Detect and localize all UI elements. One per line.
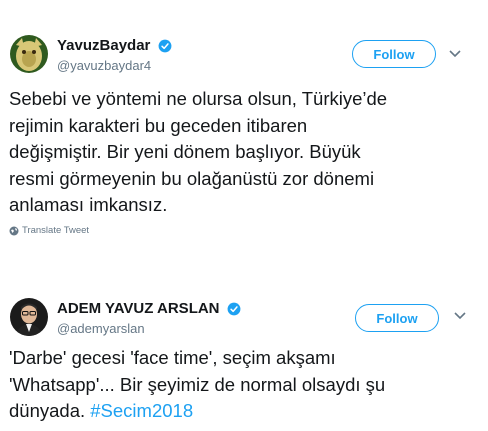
display-name[interactable]: YavuzBaydar [57,37,150,54]
translate-label: Translate Tweet [22,225,90,236]
translate-tweet-link[interactable]: Translate Tweet [9,225,89,236]
tweet-text-body: 'Darbe' gecesi 'face time', seçim akşamı… [9,347,386,421]
tweet-text: Sebebi ve yöntemi ne olursa olsun, Türki… [9,88,388,215]
avatar[interactable] [10,35,48,73]
author-names: YavuzBaydar @yavuzbaydar4 [57,37,172,73]
handle[interactable]: @yavuzbaydar4 [57,58,172,73]
tweet-text: 'Darbe' gecesi 'face time', seçim akşamı… [9,345,479,425]
hashtag-link[interactable]: #Secim2018 [90,400,193,421]
verified-badge-icon [158,39,172,53]
avatar[interactable] [10,298,48,336]
chevron-down-icon[interactable] [452,308,468,324]
author-names: ADEM YAVUZ ARSLAN @ademyarslan [57,300,241,336]
tweet-ademyarslan: ADEM YAVUZ ARSLAN @ademyarslan Follow 'D… [0,286,488,431]
follow-button[interactable]: Follow [352,40,436,68]
follow-button[interactable]: Follow [355,304,439,332]
chevron-down-icon[interactable] [447,46,463,62]
tweet-yavuzbaydar: YavuzBaydar @yavuzbaydar4 Follow Sebebi … [0,0,488,250]
display-name[interactable]: ADEM YAVUZ ARSLAN [57,300,220,317]
handle[interactable]: @ademyarslan [57,321,241,336]
verified-badge-icon [227,302,241,316]
globe-icon [9,226,19,235]
